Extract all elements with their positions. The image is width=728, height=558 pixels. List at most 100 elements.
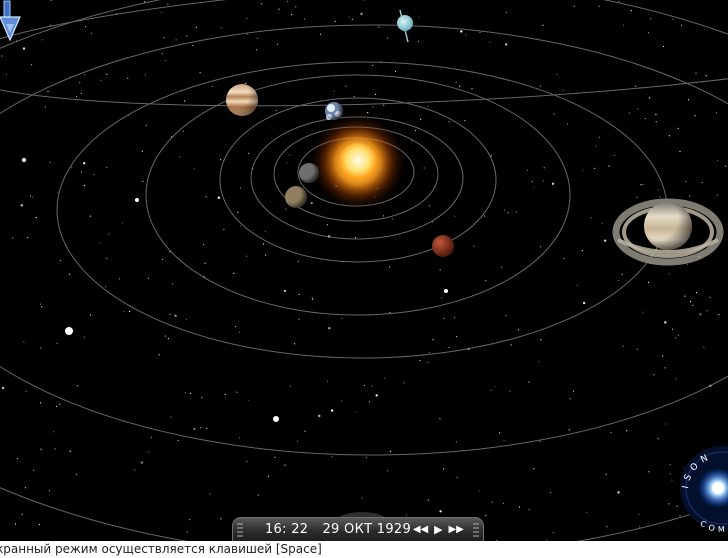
star (365, 456, 367, 458)
star (348, 16, 350, 18)
planet-earth[interactable] (325, 102, 343, 120)
star (598, 5, 600, 7)
star (275, 109, 277, 111)
star (568, 429, 570, 431)
star (188, 519, 191, 521)
star (504, 209, 506, 211)
star (655, 121, 657, 123)
star (628, 112, 630, 114)
star (517, 329, 520, 331)
star (701, 182, 703, 184)
ison-comet-badge[interactable]: ISON COMET (676, 436, 728, 536)
star (245, 255, 248, 257)
planet-jupiter[interactable] (226, 84, 258, 116)
star (220, 27, 222, 29)
star (283, 289, 287, 293)
planet-mars[interactable] (432, 235, 454, 257)
star (265, 254, 267, 256)
star (172, 283, 174, 285)
status-hint: кранный режим осуществляется клавишей [S… (0, 541, 728, 558)
star (257, 494, 259, 496)
planet-mercury[interactable] (299, 163, 319, 183)
sun[interactable] (308, 112, 408, 212)
star (705, 75, 707, 77)
star (456, 476, 458, 478)
minor-body-dot[interactable] (135, 198, 139, 202)
star (699, 313, 702, 316)
planet-saturn[interactable] (612, 198, 724, 266)
star (427, 499, 429, 501)
star (71, 167, 73, 169)
star (334, 20, 336, 22)
star (20, 204, 23, 207)
fast-forward-button[interactable]: ▶▶ (447, 521, 465, 539)
download-arrow-icon[interactable] (0, 0, 24, 44)
time-display[interactable]: 16: 22 (265, 522, 313, 537)
star (355, 411, 357, 413)
star (581, 250, 584, 252)
star (169, 313, 171, 315)
play-button[interactable]: ▶ (429, 521, 447, 539)
star (709, 296, 711, 298)
star (239, 187, 241, 189)
star (267, 475, 270, 477)
star (217, 196, 221, 199)
playback-bar: 16: 22 29 ОКТ 1929 ◀◀ ▶ ▶▶ (232, 517, 484, 541)
star (471, 88, 473, 90)
star (162, 258, 164, 261)
planet-uranus[interactable] (397, 9, 413, 43)
rewind-button[interactable]: ◀◀ (412, 521, 430, 539)
star (540, 339, 542, 341)
minor-body-dot[interactable] (273, 416, 279, 422)
star (573, 5, 575, 7)
left-grip-handle[interactable] (237, 522, 243, 537)
star (419, 360, 421, 362)
solar-system-view[interactable]: ISON COMET 16: 22 29 ОКТ 1929 ◀◀ ▶ ▶▶ (0, 0, 728, 541)
star (274, 456, 276, 458)
star (439, 510, 442, 513)
star (428, 351, 430, 353)
star (326, 380, 329, 382)
star (1, 55, 3, 57)
star (84, 26, 87, 28)
star (341, 317, 343, 319)
star (247, 399, 249, 401)
star (123, 311, 125, 313)
star (668, 135, 670, 137)
star (184, 392, 187, 394)
star (27, 237, 29, 239)
star (668, 273, 670, 275)
star (510, 344, 512, 346)
star (372, 64, 374, 66)
star (572, 390, 575, 392)
star (296, 440, 298, 442)
star (32, 196, 34, 198)
star (239, 437, 241, 439)
planet-venus[interactable] (285, 186, 307, 208)
star (543, 167, 545, 169)
star (515, 211, 518, 213)
star (626, 429, 628, 431)
star (12, 237, 14, 239)
star (601, 222, 603, 224)
star (685, 180, 687, 182)
star (35, 217, 37, 219)
star (613, 154, 616, 156)
star (38, 523, 41, 526)
star (505, 315, 507, 317)
star (694, 115, 696, 117)
minor-body-dot[interactable] (22, 158, 26, 162)
star (80, 92, 82, 94)
star (418, 16, 420, 18)
star (502, 502, 504, 504)
minor-body-dot[interactable] (444, 289, 448, 293)
star (298, 318, 300, 320)
date-display[interactable]: 29 ОКТ 1929 (322, 522, 411, 537)
star (246, 33, 249, 35)
star (567, 123, 569, 125)
right-grip-handle[interactable] (473, 522, 480, 537)
star (533, 468, 535, 470)
star (328, 327, 331, 330)
minor-body-dot[interactable] (65, 327, 73, 335)
star (363, 384, 365, 386)
